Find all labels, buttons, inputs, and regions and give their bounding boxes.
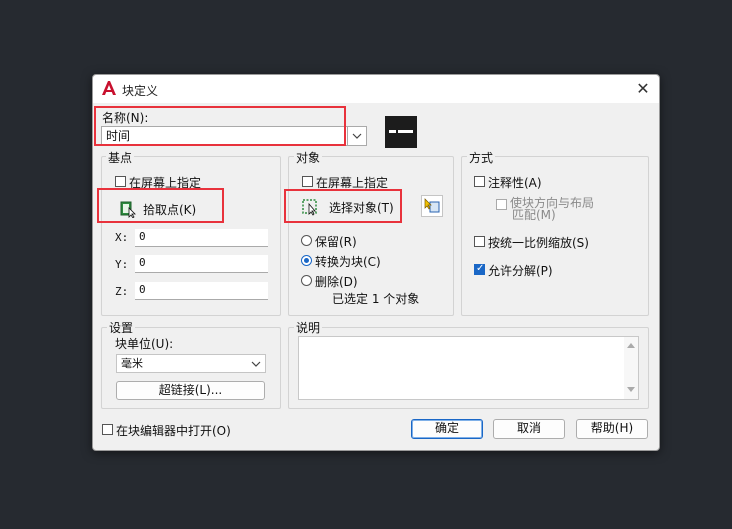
retain-radio[interactable] bbox=[301, 235, 312, 246]
settings-title: 设置 bbox=[107, 319, 136, 336]
cancel-button[interactable]: 取消 bbox=[493, 419, 565, 439]
quick-select-button[interactable] bbox=[421, 195, 443, 217]
name-dropdown-button[interactable] bbox=[347, 126, 367, 146]
block-unit-label: 块单位(U): bbox=[115, 337, 174, 351]
title-bar: 块定义 ✕ bbox=[93, 75, 659, 103]
scroll-down-icon[interactable] bbox=[627, 387, 635, 393]
ok-button[interactable]: 确定 bbox=[411, 419, 483, 439]
match-orientation-checkbox[interactable] bbox=[496, 199, 507, 210]
chevron-down-icon bbox=[352, 133, 362, 139]
name-input-value: 时间 bbox=[106, 129, 131, 143]
base-specify-on-screen-checkbox[interactable] bbox=[115, 176, 126, 187]
scroll-up-icon[interactable] bbox=[627, 342, 635, 348]
annotative-checkbox[interactable] bbox=[474, 176, 485, 187]
select-objects-label: 选择对象(T) bbox=[329, 201, 394, 215]
retain-label: 保留(R) bbox=[315, 235, 357, 249]
open-in-editor-label: 在块编辑器中打开(O) bbox=[116, 424, 231, 438]
x-value: 0 bbox=[139, 230, 146, 243]
delete-radio[interactable] bbox=[301, 275, 312, 286]
objects-specify-on-screen-checkbox[interactable] bbox=[302, 176, 313, 187]
chevron-down-icon bbox=[251, 361, 261, 367]
objects-specify-on-screen-label: 在屏幕上指定 bbox=[316, 176, 389, 190]
scale-uniformly-checkbox[interactable] bbox=[474, 236, 485, 247]
pick-point-label: 拾取点(K) bbox=[143, 203, 197, 217]
match-orientation-line2: 匹配(M) bbox=[512, 208, 556, 222]
block-preview-icon bbox=[389, 130, 413, 133]
allow-exploding-label: 允许分解(P) bbox=[488, 264, 553, 278]
close-icon: ✕ bbox=[636, 79, 650, 98]
autocad-logo-icon bbox=[102, 81, 116, 95]
help-button[interactable]: 帮助(H) bbox=[576, 419, 648, 439]
hyperlink-button[interactable]: 超链接(L)... bbox=[116, 381, 265, 400]
z-input[interactable]: 0 bbox=[135, 282, 268, 300]
y-input[interactable]: 0 bbox=[135, 255, 268, 273]
convert-to-block-label: 转换为块(C) bbox=[315, 255, 381, 269]
x-label: X: bbox=[115, 231, 129, 244]
base-point-title: 基点 bbox=[106, 149, 135, 166]
z-value: 0 bbox=[139, 283, 146, 296]
base-specify-on-screen-label: 在屏幕上指定 bbox=[129, 176, 202, 190]
pick-point-icon bbox=[120, 201, 136, 218]
behavior-title: 方式 bbox=[467, 149, 496, 166]
x-input[interactable]: 0 bbox=[135, 229, 268, 247]
convert-to-block-radio[interactable] bbox=[301, 255, 312, 266]
block-preview bbox=[385, 116, 417, 148]
name-label: 名称(N): bbox=[102, 111, 149, 125]
block-unit-select[interactable]: 毫米 bbox=[116, 354, 266, 373]
pick-point-button[interactable]: 拾取点(K) bbox=[117, 198, 221, 220]
selected-count-text: 已选定 1 个对象 bbox=[332, 292, 420, 306]
open-in-editor-checkbox[interactable] bbox=[102, 424, 113, 435]
description-textarea[interactable] bbox=[298, 336, 639, 400]
y-label: Y: bbox=[115, 258, 129, 271]
match-orientation-label: 使块方向与布局 匹配(M) bbox=[510, 197, 594, 221]
delete-label: 删除(D) bbox=[315, 275, 358, 289]
select-objects-button[interactable]: 选择对象(T) bbox=[299, 196, 399, 218]
description-title: 说明 bbox=[294, 319, 323, 336]
objects-title: 对象 bbox=[294, 149, 323, 166]
annotative-label: 注释性(A) bbox=[488, 176, 542, 190]
block-unit-value: 毫米 bbox=[121, 357, 143, 370]
select-objects-icon bbox=[302, 199, 317, 216]
block-definition-dialog: 块定义 ✕ 名称(N): 时间 基点 在屏幕上指定 拾取点(K) X: 0 Y:… bbox=[92, 74, 660, 451]
description-scrollbar[interactable] bbox=[624, 337, 638, 399]
quick-select-icon bbox=[424, 198, 440, 213]
close-button[interactable]: ✕ bbox=[633, 79, 653, 99]
window-title: 块定义 bbox=[122, 84, 159, 98]
z-label: Z: bbox=[115, 285, 129, 298]
y-value: 0 bbox=[139, 256, 146, 269]
scale-uniformly-label: 按统一比例缩放(S) bbox=[488, 236, 589, 250]
name-input[interactable]: 时间 bbox=[101, 126, 367, 146]
allow-exploding-checkbox[interactable] bbox=[474, 263, 485, 275]
